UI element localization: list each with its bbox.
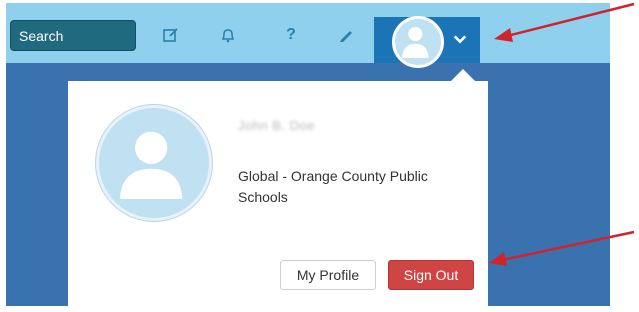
app-screenshot: Search ? John B. Doe Global - Orange Cou…: [6, 3, 610, 306]
sign-out-button[interactable]: Sign Out: [388, 260, 474, 290]
help-icon[interactable]: ?: [281, 25, 301, 45]
dropdown-caret: [451, 69, 475, 81]
user-avatar-icon: [96, 105, 212, 221]
user-organization: Global - Orange County Public Schools: [238, 168, 428, 205]
edit-icon[interactable]: [161, 25, 181, 45]
avatar-icon[interactable]: [392, 16, 444, 68]
user-name: John B. Doe: [238, 118, 316, 133]
profile-dropdown-panel: John B. Doe Global - Orange County Publi…: [68, 81, 488, 306]
my-profile-button[interactable]: My Profile: [280, 260, 376, 290]
chevron-down-icon[interactable]: [452, 31, 468, 47]
search-label: Search: [19, 27, 64, 44]
bell-icon[interactable]: [218, 25, 238, 45]
search-input[interactable]: Search: [10, 20, 136, 51]
top-navigation-bar: Search ?: [6, 3, 610, 63]
pencil-icon[interactable]: [336, 25, 356, 45]
